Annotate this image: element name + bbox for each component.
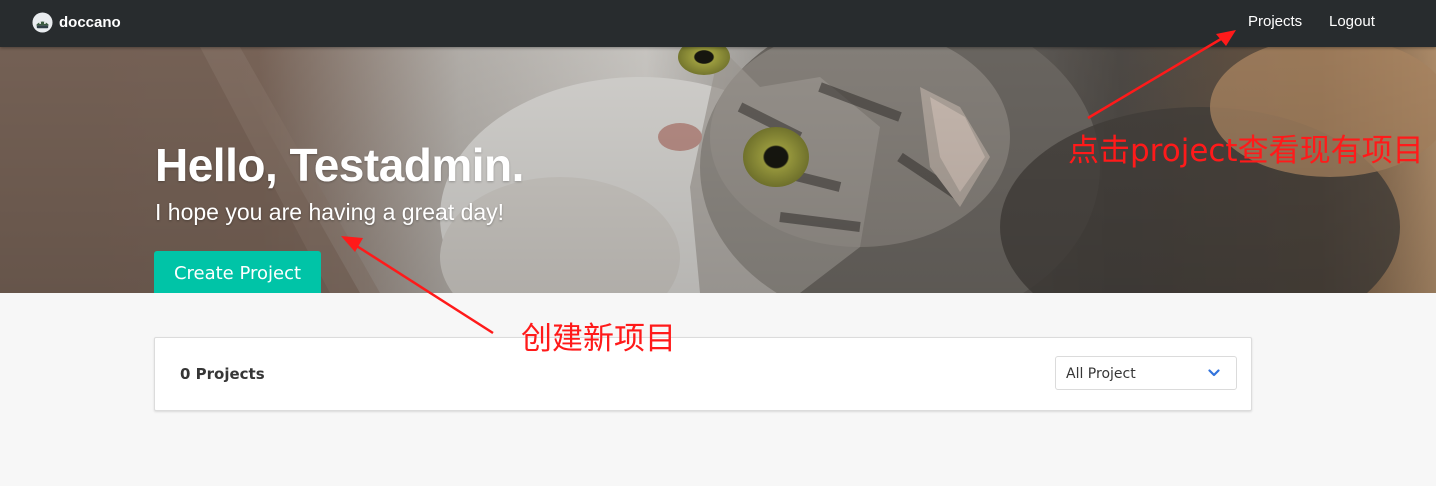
annotation-create-hint: 创建新项目 [521, 321, 676, 357]
chevron-down-icon [1208, 369, 1220, 377]
doccano-logo-icon [32, 11, 53, 33]
nav-logout-link[interactable]: Logout [1329, 13, 1375, 30]
hero-banner: Hello, Testadmin. I hope you are having … [0, 47, 1436, 293]
top-navbar: doccano Projects Logout [0, 0, 1436, 47]
create-project-button[interactable]: Create Project [154, 251, 321, 293]
brand-name: doccano [59, 13, 121, 31]
annotation-projects-hint: 点击project查看现有项目 [1068, 133, 1424, 169]
project-count-label: 0 Projects [180, 365, 265, 383]
hero-subtitle: I hope you are having a great day! [155, 199, 505, 225]
project-filter-value: All Project [1066, 366, 1136, 382]
nav-projects-link[interactable]: Projects [1248, 13, 1302, 30]
brand[interactable]: doccano [32, 11, 121, 33]
project-filter-select[interactable]: All Project [1055, 356, 1237, 390]
projects-panel: 0 Projects All Project [154, 337, 1252, 411]
hero-greeting-title: Hello, Testadmin. [155, 139, 524, 191]
